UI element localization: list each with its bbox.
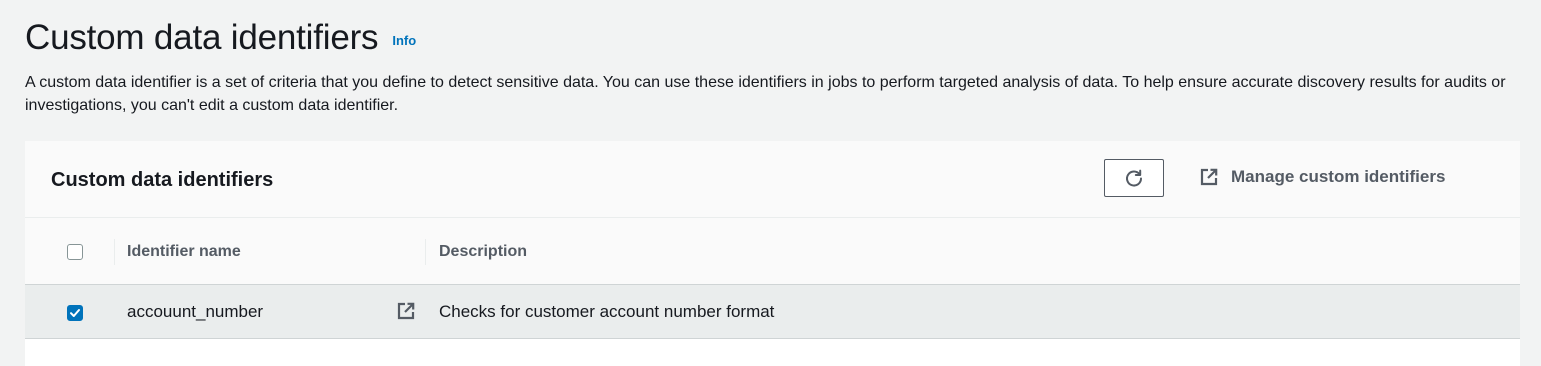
panel-title: Custom data identifiers <box>51 169 274 191</box>
identifier-name-cell: accouunt_number <box>127 302 264 321</box>
column-separator <box>114 239 115 265</box>
row-checkbox[interactable] <box>67 305 83 321</box>
manage-custom-identifiers-button[interactable]: Manage custom identifiers <box>1200 167 1445 187</box>
refresh-button[interactable] <box>1104 159 1164 197</box>
external-link-icon[interactable] <box>397 302 415 325</box>
panel-header: Custom data identifiers Manage custom id… <box>25 141 1520 218</box>
external-link-icon <box>1200 168 1218 186</box>
column-header-identifier-name[interactable]: Identifier name <box>127 242 241 262</box>
page-description: A custom data identifier is a set of cri… <box>25 74 1506 114</box>
column-header-description[interactable]: Description <box>439 242 527 262</box>
description-cell: Checks for customer account number forma… <box>439 302 775 321</box>
column-separator <box>425 239 426 265</box>
table-header: Identifier name Description <box>25 218 1520 284</box>
page: Custom data identifiers Info A custom da… <box>0 0 1541 366</box>
refresh-icon <box>1124 168 1144 188</box>
page-header: Custom data identifiers Info A custom da… <box>25 14 1521 117</box>
custom-identifiers-panel: Custom data identifiers Manage custom id… <box>25 141 1520 366</box>
select-all-checkbox[interactable] <box>67 244 83 260</box>
info-link[interactable]: Info <box>392 33 416 48</box>
title-row: Custom data identifiers Info <box>25 14 1521 62</box>
manage-button-label: Manage custom identifiers <box>1231 167 1446 186</box>
table-row[interactable]: accouunt_number Checks for customer acco… <box>25 284 1520 339</box>
checkmark-icon <box>69 307 81 319</box>
page-title: Custom data identifiers <box>25 18 379 57</box>
